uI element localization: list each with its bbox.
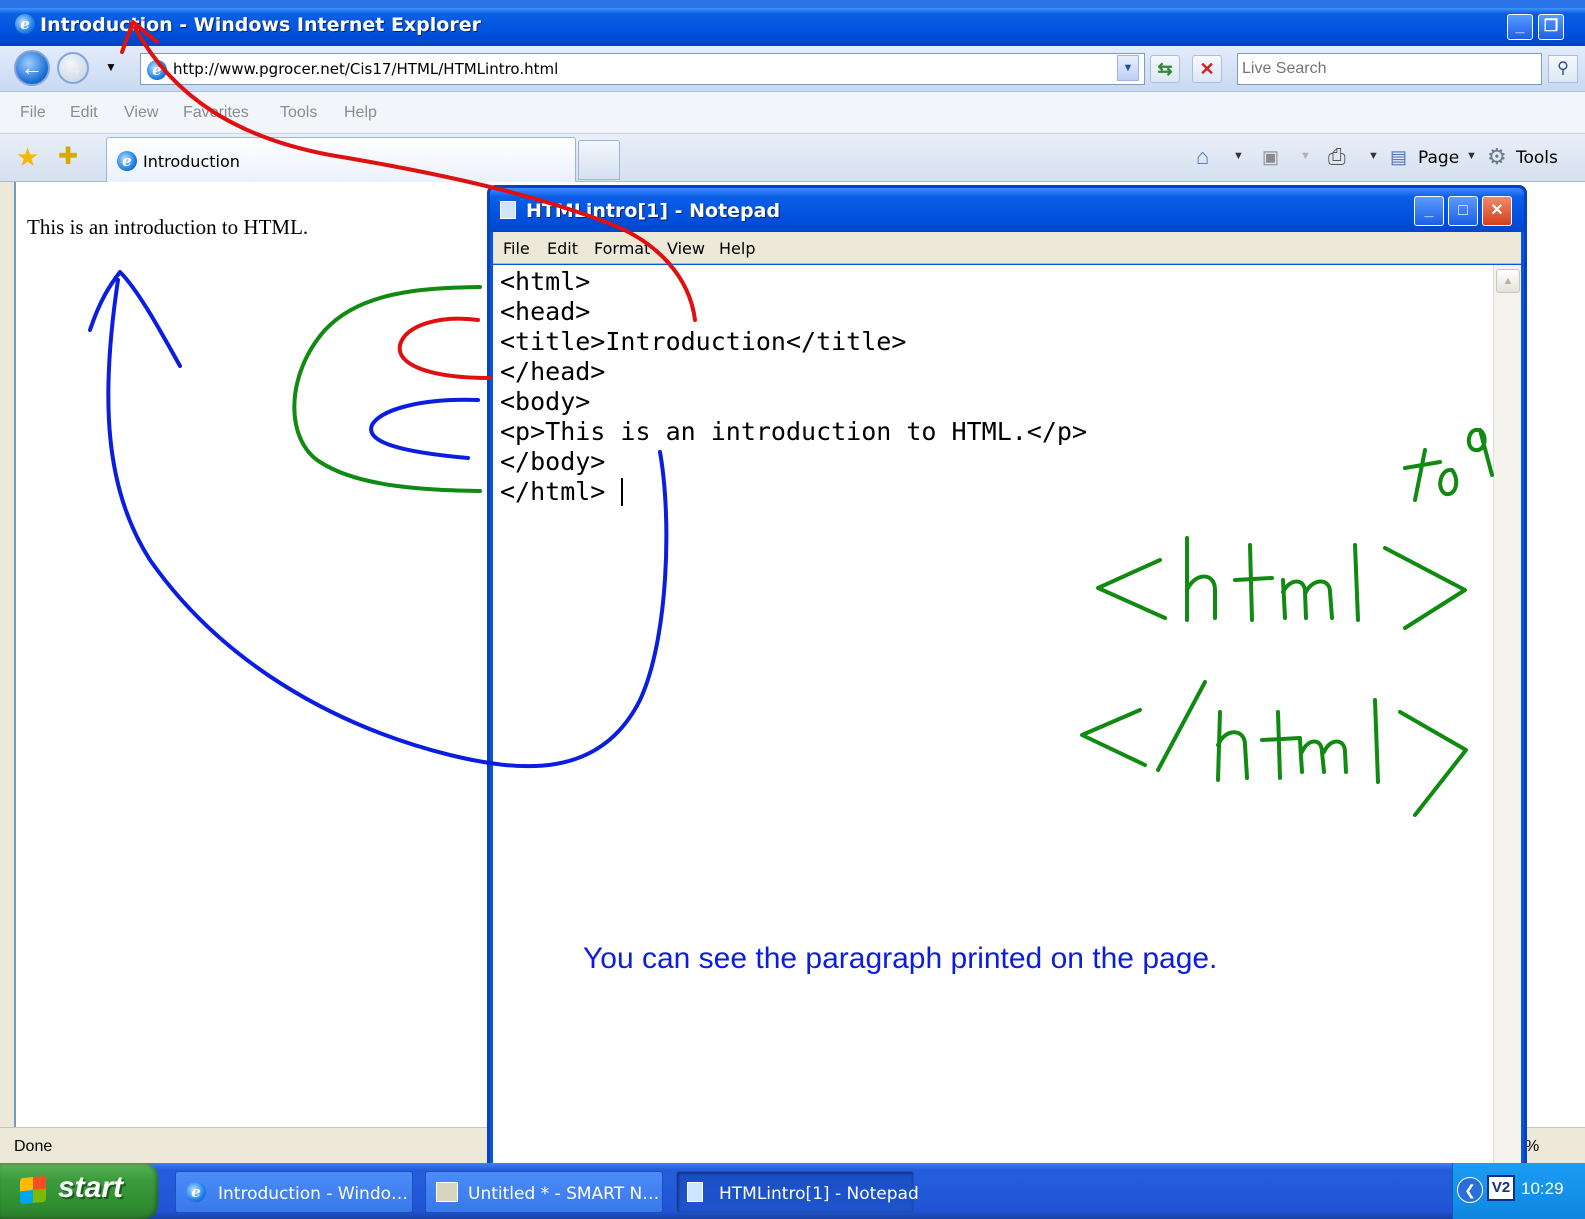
feeds-dropdown-icon[interactable]: ▼	[1300, 150, 1311, 162]
notepad-window-title: HTMLintro[1] - Notepad	[526, 200, 781, 222]
notepad-text-area[interactable]: <html> <head> <title>Introduction</title…	[493, 265, 1521, 1173]
favorites-star-icon[interactable]: ★	[16, 144, 39, 170]
np-menu-file[interactable]: File	[503, 239, 530, 258]
start-label: start	[58, 1171, 124, 1204]
np-menu-help[interactable]: Help	[719, 239, 755, 258]
address-url[interactable]: http://www.pgrocer.net/Cis17/HTML/HTMLin…	[173, 60, 558, 78]
taskbar-item-label: Introduction - Windo…	[218, 1184, 409, 1204]
notepad-maximize-button[interactable]: □	[1448, 196, 1478, 226]
ie-title-bar: e Introduction - Windows Internet Explor…	[0, 0, 1585, 46]
code-line: <p>This is an introduction to HTML.</p>	[500, 417, 1087, 446]
search-icon[interactable]: ⚲	[1548, 55, 1578, 83]
np-menu-view[interactable]: View	[667, 239, 705, 258]
print-dropdown-icon[interactable]: ▼	[1368, 150, 1379, 162]
page-menu-icon[interactable]: ▤	[1390, 147, 1407, 168]
taskbar-item-ie[interactable]: e Introduction - Windo…	[175, 1171, 413, 1213]
notepad-scrollbar[interactable]: ▲	[1493, 265, 1521, 1173]
add-favorite-icon[interactable]: ✚	[58, 144, 78, 170]
ie-menu-bar: File Edit View Favorites Tools Help	[0, 92, 1585, 134]
page-dropdown-icon[interactable]: ▼	[1466, 150, 1477, 162]
taskbar: start e Introduction - Windo… Untitled *…	[0, 1163, 1585, 1219]
smart-notebook-icon	[436, 1182, 458, 1202]
code-line: <body>	[500, 387, 591, 416]
menu-favorites[interactable]: Favorites	[183, 104, 249, 122]
ie-restore-button[interactable]: ❐	[1538, 14, 1564, 40]
ie-icon: e	[186, 1182, 206, 1202]
code-line: <head>	[500, 297, 591, 326]
tray-app-icon[interactable]: V2	[1487, 1175, 1515, 1201]
refresh-button[interactable]: ⇆	[1150, 55, 1180, 83]
scroll-up-icon[interactable]: ▲	[1496, 269, 1520, 293]
home-icon[interactable]: ⌂	[1196, 144, 1209, 170]
code-line: <html>	[500, 267, 591, 296]
text-caret	[621, 478, 623, 506]
notepad-title-bar[interactable]: HTMLintro[1] - Notepad _ □ ✕	[490, 188, 1524, 232]
menu-view[interactable]: View	[124, 104, 158, 122]
notepad-window: HTMLintro[1] - Notepad _ □ ✕ File Edit F…	[487, 185, 1527, 1175]
address-dropdown-button[interactable]: ▼	[1117, 55, 1139, 81]
windows-logo-icon	[20, 1175, 46, 1205]
zoom-level[interactable]: %	[1525, 1138, 1539, 1156]
taskbar-item-smart-notebook[interactable]: Untitled * - SMART N…	[425, 1171, 663, 1213]
notepad-icon	[500, 201, 516, 219]
status-text: Done	[14, 1138, 53, 1155]
tab-introduction[interactable]: e Introduction	[106, 137, 576, 183]
ie-minimize-button[interactable]: _	[1507, 14, 1533, 40]
gear-icon[interactable]: ⚙	[1487, 144, 1507, 170]
forward-button[interactable]: →	[57, 52, 89, 84]
stop-button[interactable]: ✕	[1192, 55, 1222, 83]
np-menu-edit[interactable]: Edit	[547, 239, 578, 258]
menu-edit[interactable]: Edit	[70, 104, 98, 122]
back-button[interactable]: ←	[14, 50, 50, 86]
notepad-close-button[interactable]: ✕	[1482, 196, 1512, 226]
taskbar-item-label: HTMLintro[1] - Notepad	[719, 1184, 919, 1204]
code-line: </head>	[500, 357, 606, 386]
notepad-menu-bar: File Edit Format View Help	[493, 232, 1521, 264]
page-paragraph: This is an introduction to HTML.	[27, 215, 309, 239]
code-line: </html>	[500, 477, 606, 506]
menu-tools[interactable]: Tools	[280, 104, 317, 122]
search-input[interactable]	[1242, 58, 1532, 80]
ie-address-toolbar: ← → ▼ e http://www.pgrocer.net/Cis17/HTM…	[0, 46, 1585, 92]
new-tab-button[interactable]	[578, 140, 620, 180]
ie-window-title: Introduction - Windows Internet Explorer	[40, 14, 481, 36]
home-dropdown-icon[interactable]: ▼	[1233, 150, 1244, 162]
ie-tab-bar: ★ ✚ e Introduction ⌂ ▼ ▣ ▼ ⎙ ▼ ▤ Page ▼ …	[0, 134, 1585, 183]
ie-app-icon: e	[15, 14, 35, 34]
code-line: </body>	[500, 447, 606, 476]
taskbar-item-label: Untitled * - SMART N…	[468, 1184, 660, 1204]
tab-label: Introduction	[143, 152, 240, 171]
search-box[interactable]	[1237, 53, 1542, 85]
feeds-icon[interactable]: ▣	[1262, 147, 1279, 168]
print-icon[interactable]: ⎙	[1328, 144, 1346, 170]
tools-menu-button[interactable]: Tools	[1516, 148, 1558, 168]
notepad-icon	[687, 1182, 703, 1202]
menu-file[interactable]: File	[20, 104, 46, 122]
page-icon: e	[147, 60, 167, 80]
address-bar[interactable]: e http://www.pgrocer.net/Cis17/HTML/HTML…	[140, 53, 1145, 85]
start-button[interactable]: start	[0, 1163, 158, 1219]
show-hidden-icons-icon[interactable]: ❮	[1457, 1177, 1483, 1203]
taskbar-item-notepad[interactable]: HTMLintro[1] - Notepad	[676, 1171, 919, 1213]
recent-pages-dropdown-icon[interactable]: ▼	[105, 60, 117, 74]
system-tray: ❮ V2 10:29	[1452, 1163, 1585, 1219]
page-menu-button[interactable]: Page	[1418, 148, 1459, 168]
code-line: <title>Introduction</title>	[500, 327, 907, 356]
menu-help[interactable]: Help	[344, 104, 377, 122]
tab-ie-icon: e	[117, 151, 137, 171]
notepad-minimize-button[interactable]: _	[1414, 196, 1444, 226]
np-menu-format[interactable]: Format	[594, 239, 650, 258]
clock[interactable]: 10:29	[1521, 1179, 1564, 1199]
